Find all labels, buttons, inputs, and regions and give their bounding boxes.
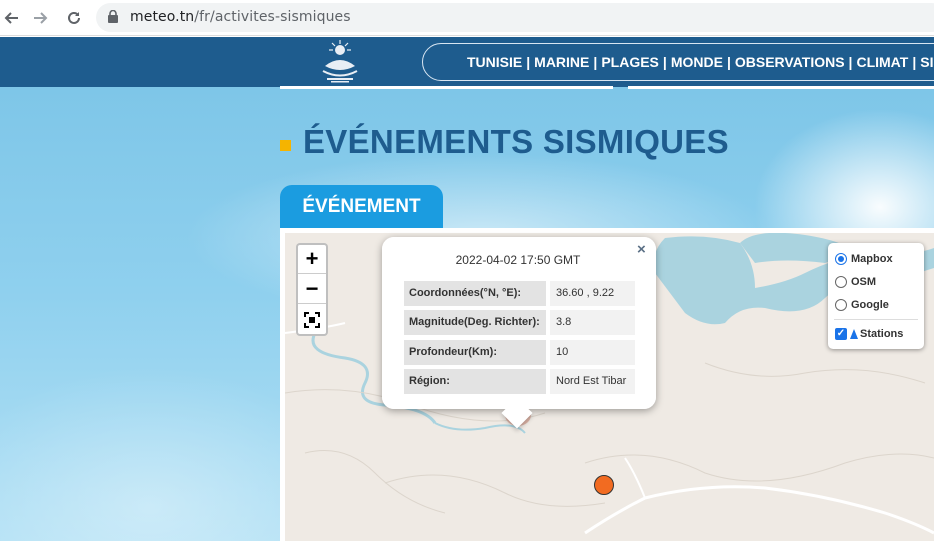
popup-title: 2022-04-02 17:50 GMT <box>455 253 581 267</box>
nav-item-observations[interactable]: OBSERVATIONS <box>735 54 845 70</box>
header-divider <box>628 86 934 89</box>
layer-option-label: Google <box>851 299 889 311</box>
main-navigation: TUNISIE | MARINE | PLAGES | MONDE | OBSERVATIONS… <box>422 43 934 81</box>
popup-row-region: Région: Nord Est Tibar <box>404 369 635 394</box>
url-path: /fr/activites-sismiques <box>194 9 351 25</box>
popup-value: 36.60 , 9.22 <box>550 281 635 306</box>
layer-option-osm[interactable]: OSM <box>835 273 876 291</box>
site-logo[interactable] <box>319 40 361 84</box>
browser-toolbar: meteo.tn/fr/activites-sismiques <box>0 0 934 36</box>
nav-item-marine[interactable]: MARINE <box>534 54 589 70</box>
popup-label: Coordonnées(°N, °E): <box>404 281 546 306</box>
nav-separator: | <box>726 54 731 70</box>
popup-row-magnitude: Magnitude(Deg. Richter): 3.8 <box>404 310 635 335</box>
zoom-out-button[interactable]: − <box>298 275 326 304</box>
popup-label: Profondeur(Km): <box>404 340 546 365</box>
layer-control: Mapbox OSM Google ✓ Stations <box>828 243 924 349</box>
nav-links: TUNISIE | MARINE | PLAGES | MONDE | OBSERVATIONS… <box>467 54 934 70</box>
popup-label: Magnitude(Deg. Richter): <box>404 310 546 335</box>
station-triangle-icon <box>850 329 858 339</box>
nav-item-tunisie[interactable]: TUNISIE <box>467 54 522 70</box>
checkbox-icon[interactable]: ✓ <box>835 328 847 340</box>
popup-value: Nord Est Tibar <box>550 369 635 394</box>
zoom-in-button[interactable]: + <box>298 245 326 274</box>
page-heading: ÉVÉNEMENTS SISMIQUES <box>280 120 729 164</box>
layer-separator <box>834 319 918 320</box>
earthquake-marker[interactable] <box>594 475 614 495</box>
nav-item-sismo[interactable]: SISMO <box>920 54 934 70</box>
layer-option-label: Mapbox <box>851 253 893 265</box>
layer-option-label: OSM <box>851 276 877 288</box>
layer-option-google[interactable]: Google <box>835 296 889 314</box>
url-host: meteo.tn <box>130 9 195 25</box>
tab-evenement[interactable]: ÉVÉNEMENT <box>280 185 443 228</box>
nav-item-plages[interactable]: PLAGES <box>601 54 659 70</box>
nav-separator: | <box>593 54 598 70</box>
nav-item-climat[interactable]: CLIMAT <box>856 54 908 70</box>
overlay-label: Stations <box>860 328 904 340</box>
nav-separator: | <box>526 54 531 70</box>
zoom-control: + − <box>296 243 328 336</box>
popup-label: Région: <box>404 369 546 394</box>
page-title: ÉVÉNEMENTS SISMIQUES <box>303 123 729 160</box>
forward-arrow-icon[interactable] <box>28 6 52 30</box>
layer-option-mapbox[interactable]: Mapbox <box>835 250 893 268</box>
nav-separator: | <box>662 54 667 70</box>
nav-item-monde[interactable]: MONDE <box>671 54 723 70</box>
popup-row-coordinates: Coordonnées(°N, °E): 36.60 , 9.22 <box>404 281 635 306</box>
reload-icon[interactable] <box>62 6 86 30</box>
fullscreen-icon[interactable] <box>298 305 326 334</box>
nav-separator: | <box>848 54 853 70</box>
back-arrow-icon[interactable] <box>0 6 24 30</box>
lock-icon <box>108 10 118 23</box>
nav-separator: | <box>912 54 917 70</box>
url-text[interactable]: meteo.tn/fr/activites-sismiques <box>130 9 351 25</box>
title-bullet-icon <box>280 139 291 151</box>
popup-value: 10 <box>550 340 635 365</box>
overlay-stations[interactable]: ✓ Stations <box>835 325 903 343</box>
site-header: TUNISIE | MARINE | PLAGES | MONDE | OBSERVATIONS… <box>0 37 934 87</box>
popup-value: 3.8 <box>550 310 635 335</box>
popup-row-depth: Profondeur(Km): 10 <box>404 340 635 365</box>
radio-button[interactable] <box>835 299 847 311</box>
radio-button[interactable] <box>835 253 847 265</box>
radio-button[interactable] <box>835 276 847 288</box>
header-divider <box>280 86 613 89</box>
